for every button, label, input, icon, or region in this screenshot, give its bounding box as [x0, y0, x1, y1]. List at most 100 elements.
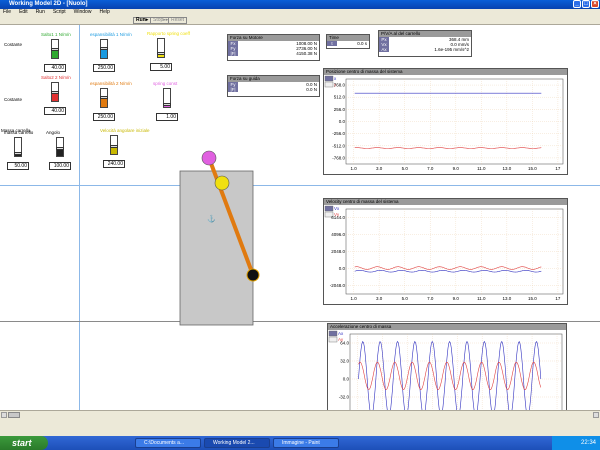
x-tick-label: 7.0 [427, 166, 434, 171]
slider-value-box[interactable]: 240.00 [103, 160, 125, 168]
legend-swatch[interactable] [328, 330, 338, 337]
slider-control[interactable] [14, 137, 22, 157]
close-icon[interactable]: × [591, 0, 599, 8]
legend-label: Vx [334, 206, 340, 211]
slider-value-box[interactable]: 5.00 [150, 63, 172, 71]
slider-thumb[interactable] [163, 103, 171, 107]
status-area [0, 418, 600, 436]
legend-swatch[interactable] [328, 336, 338, 343]
grid-line [0, 185, 600, 186]
y-tick-label: 768.0 [334, 83, 346, 88]
y-tick-label: -2048.0 [330, 283, 346, 288]
x-tick-label: 5.0 [402, 166, 409, 171]
slider-label: spring const [153, 81, 178, 86]
panel-time[interactable]: Time t 0.0 s [326, 34, 370, 49]
y-tick-label: -512.0 [332, 143, 345, 148]
graph-window[interactable]: Posizione centro di massa del sistema x y 7… [323, 68, 568, 175]
menu-script[interactable]: Script [53, 9, 66, 16]
start-button[interactable]: start [0, 436, 48, 450]
label-costante: Costante [4, 42, 23, 47]
slider-control[interactable] [51, 82, 59, 102]
slider-control[interactable] [100, 39, 108, 59]
y-tick-label: -768.0 [332, 155, 345, 160]
y-tick-label: 0.0 [339, 266, 346, 271]
horizontal-scrollbar[interactable] [0, 410, 600, 418]
pivot-point[interactable] [201, 150, 217, 166]
y-tick-label: 2048.0 [331, 249, 345, 254]
graph-plot: xy768.0512.0256.00.0-256.0-512.0-768.01.… [324, 75, 564, 171]
graph-plot: VxVy6144.04096.02048.00.0-2048.01.0 3.0 5.… [324, 205, 564, 301]
slider-value-box[interactable]: 250.00 [93, 113, 115, 121]
mechanism-drawing[interactable]: ⚓ [170, 143, 270, 328]
y-tick-label: 64.0 [340, 341, 349, 346]
slider-thumb[interactable] [157, 51, 165, 55]
graph-window[interactable]: Velocity centro di massa del sistema Vx Vy… [323, 198, 568, 305]
x-tick-label: 17 [555, 296, 561, 301]
clock: 22:34 [552, 436, 600, 450]
menu-help[interactable]: Help [99, 9, 109, 16]
slider-control[interactable] [157, 38, 165, 58]
simulation-canvas[interactable]: Costante Costante Massa carrello Salto1 … [0, 25, 600, 410]
run-button[interactable]: Run▸ [133, 17, 152, 24]
maximize-icon[interactable]: □ [582, 0, 590, 8]
y-tick-label: 6144.0 [331, 215, 345, 220]
panel-forza-motore[interactable]: Forza su Motore Fx 1008.00 N Fy 2736.00 N … [227, 34, 320, 61]
carriage-joint[interactable] [246, 268, 260, 282]
row-key: |F| [228, 51, 238, 56]
legend-swatch[interactable] [324, 81, 334, 88]
menu-run[interactable]: Run [36, 9, 45, 16]
x-tick-label: 15.0 [528, 166, 537, 171]
slider-value-box[interactable]: 40.00 [44, 64, 66, 72]
slider-thumb[interactable] [100, 96, 108, 100]
slider-thumb[interactable] [56, 147, 64, 150]
graph-plot: AxAy64.032.00.0-32.0-64.01.03.05.07.09.0… [328, 330, 563, 410]
y-tick-label: 32.0 [340, 359, 349, 364]
slider-label: espansibilità 2 N/m/n [90, 81, 132, 86]
y-tick-label: 512.0 [334, 95, 346, 100]
x-tick-label: 5.0 [402, 296, 409, 301]
taskbar-item-working-model[interactable]: Working Model 2... [204, 438, 270, 448]
window-title: Working Model 2D - [Nuolo] [9, 1, 88, 7]
taskbar-item-documents[interactable]: C:\Documents a... [135, 438, 201, 448]
slider-thumb[interactable] [110, 145, 118, 148]
reset-button[interactable]: Reset [168, 17, 188, 24]
panel-forza-guida[interactable]: Forza su guida Fy 0.0 N |F| 0.0 N [227, 75, 320, 97]
x-tick-label: 15.0 [528, 296, 537, 301]
slider-label: Salto1 1 N/m/n [41, 32, 71, 37]
slider-thumb[interactable] [14, 151, 22, 155]
menu-window[interactable]: Window [74, 9, 92, 16]
legend-swatch[interactable] [324, 75, 334, 82]
y-tick-label: -256.0 [332, 131, 345, 136]
legend-swatch[interactable] [324, 205, 334, 212]
window-titlebar: Working Model 2D - [Nuolo] _ □ × [0, 0, 600, 9]
x-tick-label: 3.0 [376, 166, 383, 171]
slider-control[interactable] [51, 39, 59, 59]
slider-control[interactable] [100, 88, 108, 108]
x-tick-label: 13.0 [502, 166, 511, 171]
slider-control[interactable] [110, 135, 118, 155]
slider-value-box[interactable]: 1.00 [156, 113, 178, 121]
minimize-icon[interactable]: _ [573, 0, 581, 8]
mass-point[interactable] [214, 175, 230, 191]
slider-value-box[interactable]: 100.00 [49, 162, 71, 170]
taskbar-item-paint[interactable]: Immagine - Paint [273, 438, 339, 448]
slider-thumb[interactable] [100, 47, 108, 51]
slider-control[interactable] [56, 137, 64, 157]
slider-value-box[interactable]: 40.00 [44, 107, 66, 115]
slider-value-box[interactable]: 250.00 [93, 64, 115, 72]
menu-bar: File Edit Run Script Window Help [0, 9, 600, 16]
graph-window[interactable]: Accelerazione centro di massa Ax Ay 64.0 32.… [327, 323, 567, 410]
menu-edit[interactable]: Edit [19, 9, 28, 16]
x-tick-label: 9.0 [453, 166, 460, 171]
y-tick-label: 256.0 [334, 107, 346, 112]
slider-label: Angolo [46, 130, 61, 135]
legend-label: Ax [338, 331, 344, 336]
slider-control[interactable] [163, 88, 171, 108]
slider-thumb[interactable] [51, 91, 59, 95]
y-tick-label: 0.0 [339, 119, 346, 124]
slider-label: Salto2 2 N/m/n [41, 75, 71, 80]
slider-value-box[interactable]: 50.00 [7, 162, 29, 170]
panel-pva-carrello[interactable]: P/V/A al del carrello Px 368.4 mm Vx 0.0 m… [378, 30, 472, 57]
slider-thumb[interactable] [51, 48, 59, 52]
menu-file[interactable]: File [3, 9, 11, 16]
